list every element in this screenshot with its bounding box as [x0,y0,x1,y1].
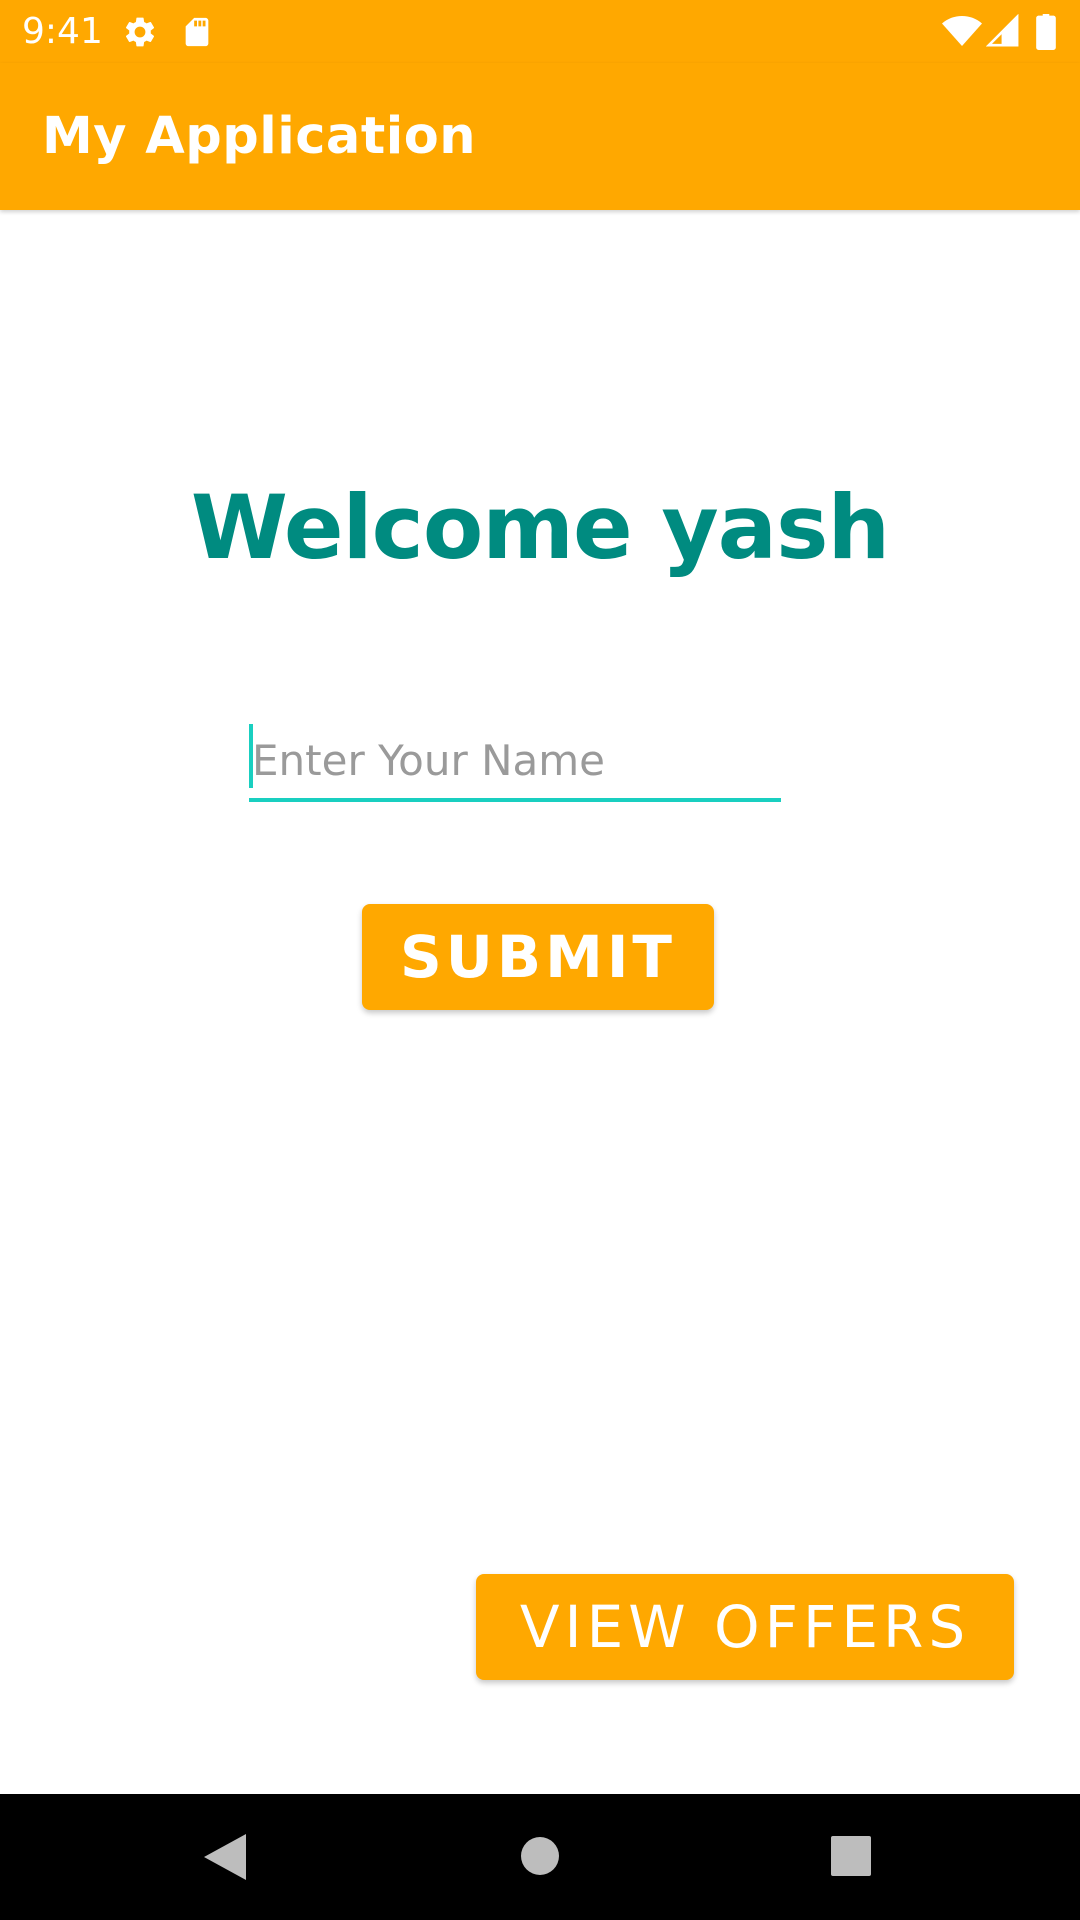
app-bar: My Application [0,63,1080,210]
name-field[interactable] [249,722,784,802]
wifi-icon [942,14,982,53]
home-icon[interactable] [520,1836,560,1881]
back-icon[interactable] [204,1834,246,1885]
app-title: My Application [42,107,477,166]
sd-card-icon [180,14,214,55]
view-offers-button[interactable]: VIEW OFFERS [476,1574,1014,1680]
recents-icon[interactable] [831,1836,871,1881]
battery-icon [1036,14,1056,55]
submit-button[interactable]: SUBMIT [362,904,714,1010]
gear-icon [122,14,158,55]
status-time: 9:41 [22,11,103,52]
name-input[interactable] [249,722,784,798]
welcome-heading: Welcome yash [190,476,890,579]
signal-icon [985,13,1020,53]
navigation-bar [0,1794,1080,1920]
name-input-underline [249,798,781,802]
status-bar: 9:41 [0,0,1080,63]
